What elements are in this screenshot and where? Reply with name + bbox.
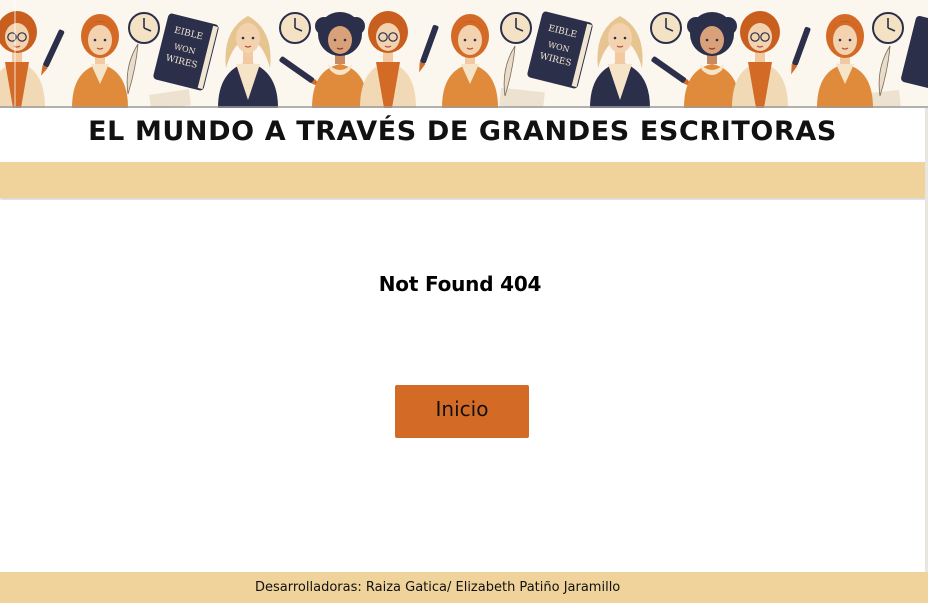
site-title-bar: EL MUNDO A TRAVÉS DE GRANDES ESCRITORAS bbox=[0, 108, 928, 162]
banner-illustration: EIBLE WON WIRES EIBLE WON WIRES bbox=[0, 0, 928, 108]
main-content: Not Found 404 Inicio bbox=[0, 200, 928, 572]
book-icon: EIBLE WON WIRES bbox=[153, 13, 219, 91]
home-button[interactable]: Inicio bbox=[395, 385, 529, 438]
book-icon: EIBLE WON WIRES bbox=[527, 11, 593, 89]
footer-credits: Desarrolladoras: Raiza Gatica/ Elizabeth… bbox=[255, 580, 621, 595]
header-banner: EIBLE WON WIRES EIBLE WON WIRES bbox=[0, 0, 928, 108]
navigation-bar bbox=[0, 162, 928, 198]
error-message: Not Found 404 bbox=[378, 272, 542, 296]
site-title: EL MUNDO A TRAVÉS DE GRANDES ESCRITORAS bbox=[88, 116, 837, 147]
footer: Desarrolladoras: Raiza Gatica/ Elizabeth… bbox=[0, 572, 928, 603]
